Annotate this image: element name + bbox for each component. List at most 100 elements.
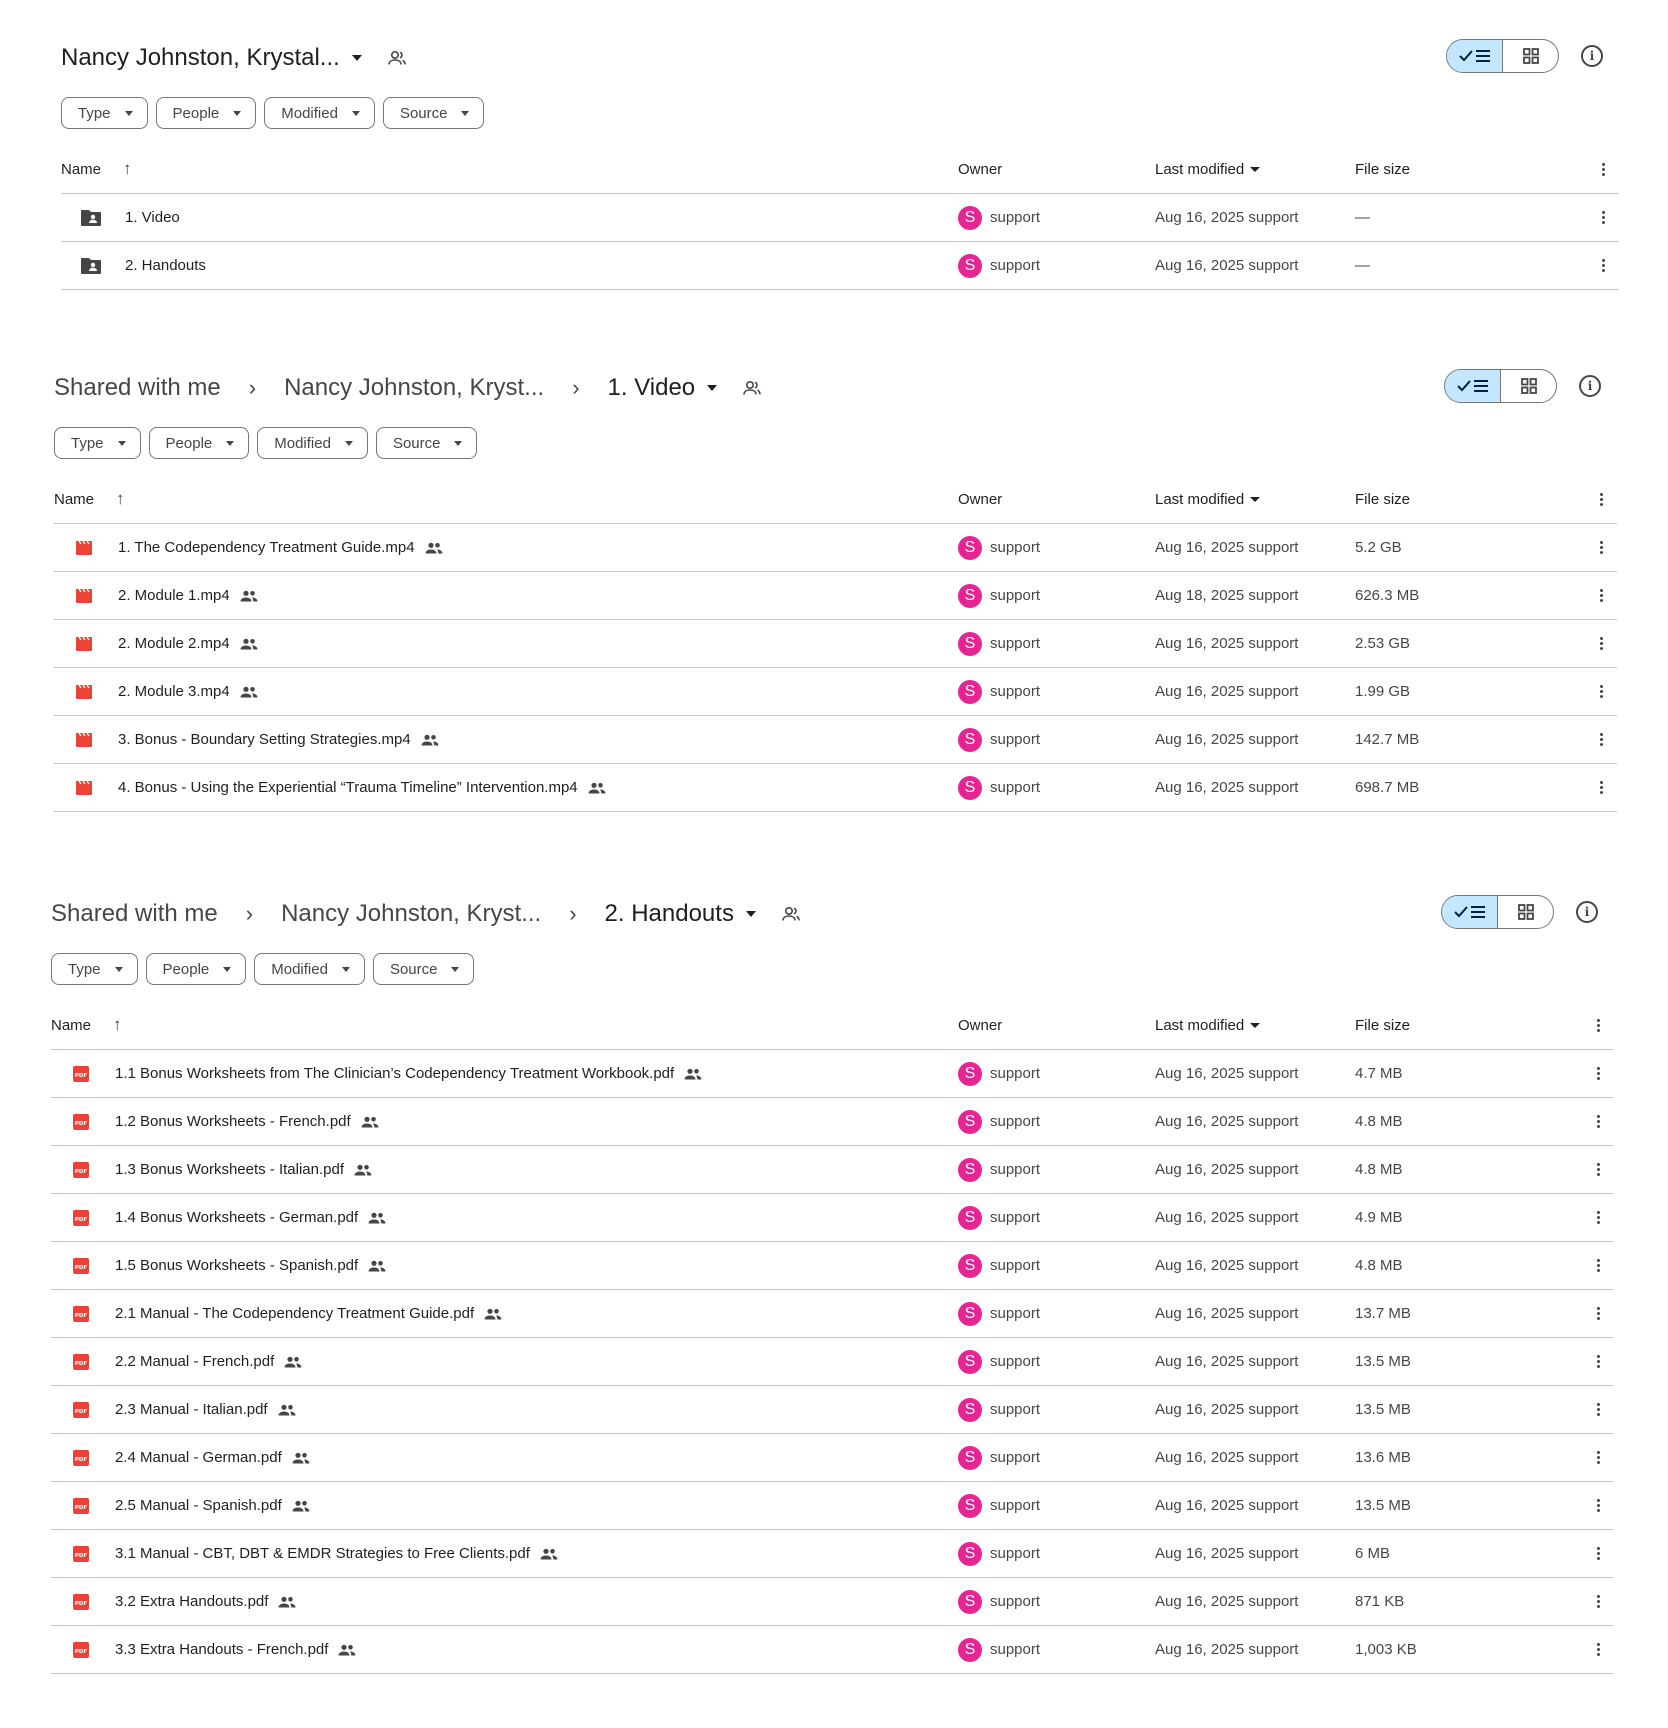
more-actions-icon[interactable] bbox=[1597, 1547, 1600, 1560]
file-name-cell[interactable]: PDF 3.1 Manual - CBT, DBT & EMDR Strategi… bbox=[51, 1545, 558, 1563]
file-name-cell[interactable]: PDF 2.3 Manual - Italian.pdf bbox=[51, 1401, 296, 1419]
more-actions-icon[interactable] bbox=[1597, 1211, 1600, 1224]
more-actions-icon[interactable] bbox=[1602, 211, 1605, 224]
list-view-icon[interactable] bbox=[1445, 370, 1500, 402]
avatar[interactable]: S bbox=[958, 1349, 982, 1374]
avatar[interactable]: S bbox=[958, 1205, 982, 1230]
file-name-cell[interactable]: PDF 1.5 Bonus Worksheets - Spanish.pdf bbox=[51, 1257, 386, 1275]
table-row[interactable]: PDF 1.1 Bonus Worksheets from The Clinici… bbox=[51, 1050, 1614, 1098]
table-row[interactable]: PDF 2.4 Manual - German.pdf Ssupport Aug 16… bbox=[51, 1434, 1614, 1482]
table-row[interactable]: 1. Video Ssupport Aug 16, 2025 support — bbox=[61, 194, 1619, 242]
avatar[interactable]: S bbox=[958, 1253, 982, 1278]
table-row[interactable]: PDF 1.4 Bonus Worksheets - German.pdf Ssup… bbox=[51, 1194, 1614, 1242]
file-name-cell[interactable]: 1. The Codependency Treatment Guide.mp4 bbox=[54, 539, 443, 556]
avatar[interactable]: S bbox=[958, 205, 982, 230]
table-row[interactable]: PDF 2.3 Manual - Italian.pdf Ssupport Aug 1… bbox=[51, 1386, 1614, 1434]
more-actions-icon[interactable] bbox=[1597, 1499, 1600, 1512]
file-name-cell[interactable]: PDF 1.4 Bonus Worksheets - German.pdf bbox=[51, 1209, 386, 1227]
avatar[interactable]: S bbox=[958, 1637, 982, 1662]
grid-view-icon[interactable] bbox=[1497, 896, 1553, 928]
current-folder-title[interactable]: 1. Video bbox=[608, 374, 696, 402]
avatar[interactable]: S bbox=[958, 1445, 982, 1470]
more-actions-icon[interactable] bbox=[1597, 1643, 1600, 1656]
table-row[interactable]: PDF 3.2 Extra Handouts.pdf Ssupport Aug 16,… bbox=[51, 1578, 1614, 1626]
more-actions-icon[interactable] bbox=[1597, 1355, 1600, 1368]
table-row[interactable]: PDF 1.5 Bonus Worksheets - Spanish.pdf Ssu… bbox=[51, 1242, 1614, 1290]
more-actions-icon[interactable] bbox=[1597, 1067, 1600, 1080]
avatar[interactable]: S bbox=[958, 1541, 982, 1566]
column-modified-header[interactable]: Last modified bbox=[1155, 1017, 1261, 1034]
file-name-cell[interactable]: 2. Module 1.mp4 bbox=[54, 587, 258, 604]
filter-chip[interactable]: Modified bbox=[264, 97, 375, 129]
table-row[interactable]: 2. Module 3.mp4 Ssupport Aug 16, 2025 supp… bbox=[54, 668, 1617, 716]
avatar[interactable]: S bbox=[958, 775, 982, 800]
grid-view-icon[interactable] bbox=[1500, 370, 1556, 402]
column-name-header[interactable]: Name ↑ bbox=[61, 159, 132, 179]
file-name-cell[interactable]: 1. Video bbox=[61, 209, 180, 227]
file-name-cell[interactable]: 4. Bonus - Using the Experiential “Traum… bbox=[54, 779, 606, 796]
table-row[interactable]: PDF 3.3 Extra Handouts - French.pdf Ssuppo… bbox=[51, 1626, 1614, 1674]
shared-folder-people-icon[interactable] bbox=[743, 380, 761, 396]
file-name-cell[interactable]: PDF 2.4 Manual - German.pdf bbox=[51, 1449, 310, 1467]
avatar[interactable]: S bbox=[958, 1157, 982, 1182]
more-actions-icon[interactable] bbox=[1597, 1163, 1600, 1176]
file-name-cell[interactable]: 3. Bonus - Boundary Setting Strategies.m… bbox=[54, 731, 439, 748]
current-folder-title[interactable]: Nancy Johnston, Krystal... bbox=[61, 44, 340, 72]
arrow-up-icon[interactable]: ↑ bbox=[116, 489, 125, 509]
avatar[interactable]: S bbox=[958, 253, 982, 278]
filter-chip[interactable]: Type bbox=[54, 427, 141, 459]
table-row[interactable]: PDF 2.2 Manual - French.pdf Ssupport Aug 16… bbox=[51, 1338, 1614, 1386]
more-actions-icon[interactable] bbox=[1597, 1403, 1600, 1416]
avatar[interactable]: S bbox=[958, 631, 982, 656]
file-name-cell[interactable]: 2. Module 3.mp4 bbox=[54, 683, 258, 700]
table-row[interactable]: PDF 2.5 Manual - Spanish.pdf Ssupport Aug 1… bbox=[51, 1482, 1614, 1530]
avatar[interactable]: S bbox=[958, 535, 982, 560]
avatar[interactable]: S bbox=[958, 1109, 982, 1134]
column-name-header[interactable]: Name ↑ bbox=[54, 489, 125, 509]
chevron-down-icon[interactable] bbox=[745, 911, 756, 917]
avatar[interactable]: S bbox=[958, 1589, 982, 1614]
avatar[interactable]: S bbox=[958, 679, 982, 704]
table-row[interactable]: 2. Handouts Ssupport Aug 16, 2025 support — bbox=[61, 242, 1619, 290]
file-name-cell[interactable]: PDF 2.2 Manual - French.pdf bbox=[51, 1353, 302, 1371]
filter-chip[interactable]: People bbox=[148, 427, 250, 459]
more-actions-icon[interactable] bbox=[1597, 1307, 1600, 1320]
table-row[interactable]: PDF 3.1 Manual - CBT, DBT & EMDR Strategi… bbox=[51, 1530, 1614, 1578]
info-icon[interactable]: i bbox=[1576, 901, 1598, 923]
grid-view-icon[interactable] bbox=[1502, 40, 1558, 72]
avatar[interactable]: S bbox=[958, 1061, 982, 1086]
column-name-header[interactable]: Name ↑ bbox=[51, 1015, 122, 1035]
current-folder-title[interactable]: 2. Handouts bbox=[605, 900, 734, 928]
more-actions-icon[interactable] bbox=[1600, 589, 1603, 602]
table-row[interactable]: 2. Module 1.mp4 Ssupport Aug 18, 2025 supp… bbox=[54, 572, 1617, 620]
breadcrumb-item[interactable]: Shared with me bbox=[51, 900, 218, 928]
filter-chip[interactable]: Modified bbox=[254, 953, 365, 985]
filter-chip[interactable]: Type bbox=[51, 953, 138, 985]
avatar[interactable]: S bbox=[958, 727, 982, 752]
filter-chip[interactable]: Source bbox=[375, 427, 478, 459]
avatar[interactable]: S bbox=[958, 1301, 982, 1326]
file-name-cell[interactable]: PDF 1.3 Bonus Worksheets - Italian.pdf bbox=[51, 1161, 372, 1179]
table-row[interactable]: PDF 1.2 Bonus Worksheets - French.pdf Ssup… bbox=[51, 1098, 1614, 1146]
avatar[interactable]: S bbox=[958, 1397, 982, 1422]
column-options-more-icon[interactable] bbox=[1602, 162, 1605, 176]
shared-folder-people-icon[interactable] bbox=[387, 50, 406, 66]
table-row[interactable]: 4. Bonus - Using the Experiential “Traum… bbox=[54, 764, 1617, 812]
filter-chip[interactable]: People bbox=[145, 953, 247, 985]
file-name-cell[interactable]: PDF 1.1 Bonus Worksheets from The Clinici… bbox=[51, 1065, 702, 1083]
avatar[interactable]: S bbox=[958, 583, 982, 608]
table-row[interactable]: 1. The Codependency Treatment Guide.mp4 S… bbox=[54, 524, 1617, 572]
arrow-up-icon[interactable]: ↑ bbox=[113, 1015, 122, 1035]
more-actions-icon[interactable] bbox=[1600, 637, 1603, 650]
more-actions-icon[interactable] bbox=[1602, 259, 1605, 272]
breadcrumb-item[interactable]: Shared with me bbox=[54, 374, 221, 402]
arrow-up-icon[interactable]: ↑ bbox=[123, 159, 132, 179]
file-name-cell[interactable]: 2. Handouts bbox=[61, 257, 206, 275]
file-name-cell[interactable]: PDF 1.2 Bonus Worksheets - French.pdf bbox=[51, 1113, 379, 1131]
column-options-more-icon[interactable] bbox=[1597, 1018, 1600, 1032]
more-actions-icon[interactable] bbox=[1600, 541, 1603, 554]
chevron-down-icon[interactable] bbox=[351, 55, 362, 61]
table-row[interactable]: 3. Bonus - Boundary Setting Strategies.m… bbox=[54, 716, 1617, 764]
filter-chip[interactable]: Source bbox=[382, 97, 485, 129]
breadcrumb-item[interactable]: Nancy Johnston, Kryst... bbox=[284, 374, 544, 402]
